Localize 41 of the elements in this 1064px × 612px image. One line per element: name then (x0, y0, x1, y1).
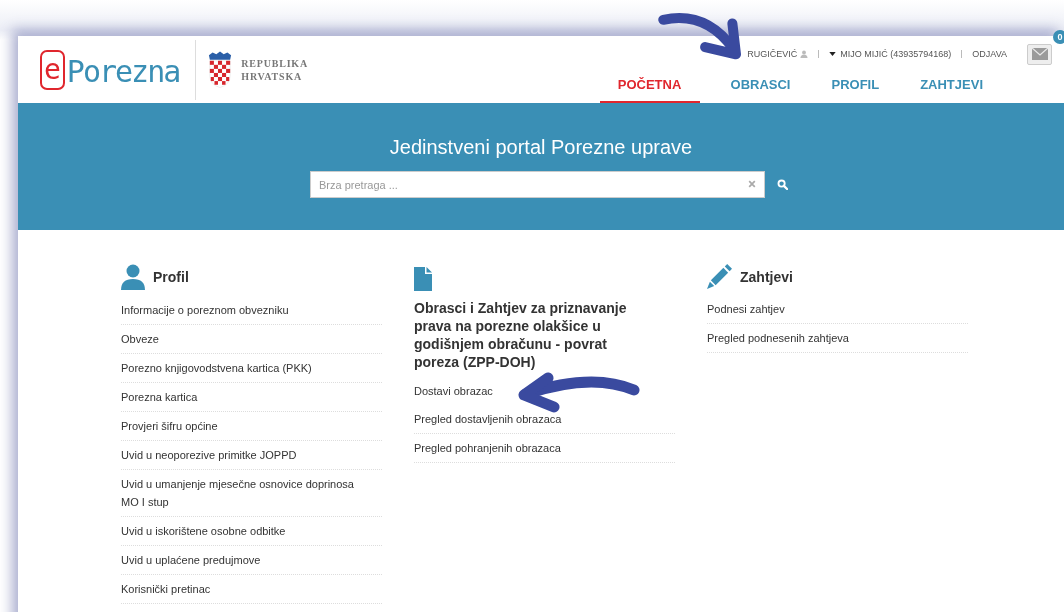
document-icon (414, 267, 432, 291)
messages-button[interactable] (1027, 43, 1052, 65)
menu-link[interactable]: Informacije o poreznom obvezniku (121, 301, 366, 319)
menu-link[interactable]: Uvid u iskorištene osobne odbitke (121, 522, 366, 540)
pencil-icon (707, 264, 732, 289)
section-heading: Profil (153, 268, 189, 286)
username-text: RUGIČEVIĆ (747, 49, 798, 59)
logout-link[interactable]: ODJAVA (972, 49, 1007, 59)
section-heading: Obrasci i Zahtjev za priznavanje prava na porezne olakšice u godišnjem obračunu - povrat poreza (ZPP-DOH) (414, 299, 628, 371)
menu-link[interactable]: Uvid u umanjenje mjesečne osnovice doprinosa MO I stup (121, 475, 366, 511)
menu-link[interactable]: Uvid u uplaćene predujmove (121, 551, 366, 569)
message-count-badge: 0 (1053, 29, 1064, 44)
menu-link[interactable]: Provjeri šifru općine (121, 417, 366, 435)
taxpayer-selector[interactable]: MIJO MIJIĆ (43935794168) (840, 49, 952, 59)
portal-title: Jedinstveni portal Porezne uprave (389, 136, 693, 159)
section-heading: Zahtjevi (740, 267, 793, 286)
coat-of-arms-icon (208, 50, 233, 89)
country-name-text: REPUBLIKA (241, 56, 308, 70)
menu-link[interactable]: Podnesi zahtjev (707, 300, 952, 318)
user-icon (121, 264, 145, 290)
country-name-text: HRVATSKA (241, 69, 303, 83)
menu-link[interactable]: Pregled dostavljenih obrazaca (414, 410, 659, 428)
menu-link[interactable]: Uvid u neoporezive primitke JOPPD (121, 446, 366, 464)
nav-tab[interactable]: PROFIL (821, 69, 890, 103)
menu-link[interactable]: Porezno knjigovodstvena kartica (PKK) (121, 359, 366, 377)
logo-letter: e (40, 49, 65, 90)
menu-link[interactable]: Porezna kartica (121, 388, 366, 406)
envelope-icon (1031, 48, 1048, 60)
caret-icon[interactable] (829, 52, 837, 56)
menu-link[interactable]: Obveze (121, 330, 366, 348)
menu-link[interactable]: Dostavi obrazac (414, 382, 659, 400)
search-icon[interactable] (777, 179, 788, 190)
nav-tab[interactable]: ZAHTJEVI (910, 69, 993, 103)
menu-link[interactable]: Pregled pohranjenih obrazaca (414, 439, 659, 457)
clear-icon[interactable] (748, 180, 756, 188)
menu-link[interactable]: Pregled podnesenih zahtjeva (707, 329, 952, 347)
user-icon (800, 50, 809, 58)
menu-link[interactable]: Korisnički pretinac (121, 580, 366, 598)
search-field[interactable]: Brza pretraga ... (310, 171, 765, 198)
logo-text: Porezna (66, 53, 180, 90)
nav-tab[interactable]: OBRASCI (720, 69, 801, 103)
